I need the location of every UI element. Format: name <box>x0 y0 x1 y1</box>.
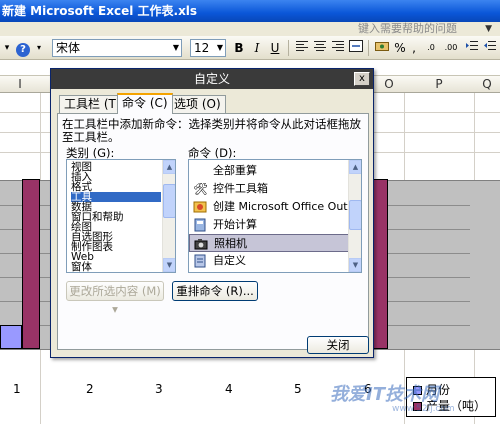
command-item-selected[interactable]: 照相机 <box>189 234 349 252</box>
modify-selection-button[interactable]: 更改所选内容 (M) ▾ <box>66 281 164 316</box>
command-item[interactable]: 开始计算 <box>189 216 349 234</box>
column-header-o[interactable]: O <box>374 76 404 93</box>
increase-decimal-icon[interactable]: .0 <box>422 39 440 57</box>
command-list[interactable]: 全部重算 🛠 控件工具箱 创建 Microsoft Office Outlook… <box>188 159 362 273</box>
toolbar-options-icon[interactable]: ▾ <box>2 39 12 57</box>
x-tick-label: 2 <box>86 382 94 396</box>
italic-button[interactable]: I <box>250 39 264 57</box>
scroll-thumb[interactable] <box>163 184 175 218</box>
scroll-up-icon[interactable]: ▲ <box>349 160 361 174</box>
align-center-icon[interactable] <box>312 39 328 57</box>
toolbar-separator <box>368 40 369 56</box>
align-right-icon[interactable] <box>330 39 346 57</box>
align-left-icon[interactable] <box>294 39 310 57</box>
tab-toolbars[interactable]: 工具栏 (T) <box>59 95 126 113</box>
close-icon[interactable]: x <box>354 72 370 86</box>
percent-button[interactable]: % <box>394 39 406 57</box>
comma-button[interactable]: , <box>410 39 418 57</box>
command-scrollbar[interactable]: ▲ ▼ <box>348 160 361 272</box>
category-scrollbar[interactable]: ▲ ▼ <box>162 160 175 272</box>
command-item[interactable]: 自定义 <box>189 252 349 270</box>
chevron-down-icon[interactable]: ▼ <box>485 22 492 36</box>
x-tick-label: 3 <box>155 382 163 396</box>
merge-center-icon[interactable] <box>348 39 364 57</box>
toolbox-icon: 🛠 <box>193 182 209 196</box>
chart-bar-series-1[interactable] <box>0 325 22 349</box>
font-size-select[interactable]: 12 ▼ <box>190 39 226 57</box>
scroll-down-icon[interactable]: ▼ <box>349 258 361 272</box>
toolbar-overflow-icon[interactable]: ▾ <box>34 39 44 57</box>
calc-icon <box>193 218 207 232</box>
column-header-q[interactable]: Q <box>474 76 500 93</box>
scroll-up-icon[interactable]: ▲ <box>163 160 175 174</box>
font-name-select[interactable]: 宋体 ▼ <box>52 39 182 57</box>
watermark-logo: 我爱IT技术网 <box>330 380 439 406</box>
help-search-input[interactable]: 键入需要帮助的问题 <box>358 22 478 36</box>
category-item[interactable]: 窗体 <box>71 262 161 272</box>
help-icon[interactable]: ? <box>16 39 30 57</box>
toolbar-separator <box>288 40 289 56</box>
outlook-icon <box>193 200 207 214</box>
x-tick-label: 5 <box>294 382 302 396</box>
camera-icon <box>194 237 208 251</box>
x-tick-label: 4 <box>225 382 233 396</box>
command-label: 开始计算 <box>213 218 257 231</box>
font-name-value: 宋体 <box>56 41 81 55</box>
command-label: 自定义 <box>213 254 246 267</box>
customize-dialog: 自定义 x 工具栏 (T) 命令 (C) 选项 (O) 在工具栏中添加新命令：选… <box>50 68 374 358</box>
command-item[interactable]: 🛠 控件工具箱 <box>189 180 349 198</box>
command-label: 创建 Microsoft Office Outlook <box>213 200 349 213</box>
font-size-value: 12 <box>194 41 210 55</box>
close-button[interactable]: 关闭 <box>307 336 369 354</box>
window-title: 新建 Microsoft Excel 工作表.xls <box>2 4 198 18</box>
customize-icon <box>193 254 207 268</box>
watermark-url: www.52ij.com <box>392 404 455 414</box>
x-tick-label: 1 <box>13 382 21 396</box>
category-list[interactable]: 视图 插入 格式 工具 数据 窗口和帮助 绘图 自选图形 制作图表 Web 窗体 ▲ ▼ <box>66 159 176 273</box>
command-label: 全部重算 <box>213 164 257 177</box>
menu-bar: 键入需要帮助的问题 ▼ <box>0 22 500 36</box>
column-header-i[interactable]: I <box>0 76 40 93</box>
scroll-thumb[interactable] <box>349 200 361 230</box>
window-title-bar: 新建 Microsoft Excel 工作表.xls <box>0 0 500 22</box>
dialog-title: 自定义 <box>193 72 230 86</box>
rearrange-commands-button[interactable]: 重排命令 (R)... <box>172 281 258 301</box>
command-item[interactable]: 全部重算 <box>189 162 349 180</box>
decrease-decimal-icon[interactable]: .00 <box>442 39 460 57</box>
commands-tab-panel: 在工具栏中添加新命令：选择类别并将命令从此对话框拖放至工具栏。 类别 (G): … <box>57 113 369 350</box>
bold-button[interactable]: B <box>232 39 246 57</box>
command-label: 控件工具箱 <box>213 182 268 195</box>
tab-options[interactable]: 选项 (O) <box>169 95 226 113</box>
column-header-p[interactable]: P <box>404 76 474 93</box>
formatting-toolbar: ▾ ? ▾ 宋体 ▼ 12 ▼ B I U % , .0 .00 <box>0 36 500 60</box>
underline-button[interactable]: U <box>268 39 282 57</box>
indent-icon[interactable] <box>464 39 480 57</box>
dialog-title-bar[interactable]: 自定义 x <box>51 69 373 89</box>
chevron-down-icon: ▼ <box>216 43 223 52</box>
command-item[interactable]: 创建 Microsoft Office Outlook <box>189 198 349 216</box>
command-label: 照相机 <box>214 237 247 250</box>
outdent-icon[interactable] <box>482 39 498 57</box>
currency-icon[interactable] <box>374 39 390 57</box>
chevron-down-icon: ▼ <box>172 43 179 52</box>
chart-bar-series-2[interactable] <box>22 179 40 349</box>
blank-icon <box>193 164 207 178</box>
scroll-down-icon[interactable]: ▼ <box>163 258 175 272</box>
watermark-text: 我爱IT技术网 <box>330 384 439 405</box>
tab-commands[interactable]: 命令 (C) <box>117 93 173 114</box>
instruction-text: 在工具栏中添加新命令：选择类别并将命令从此对话框拖放至工具栏。 <box>62 117 361 144</box>
